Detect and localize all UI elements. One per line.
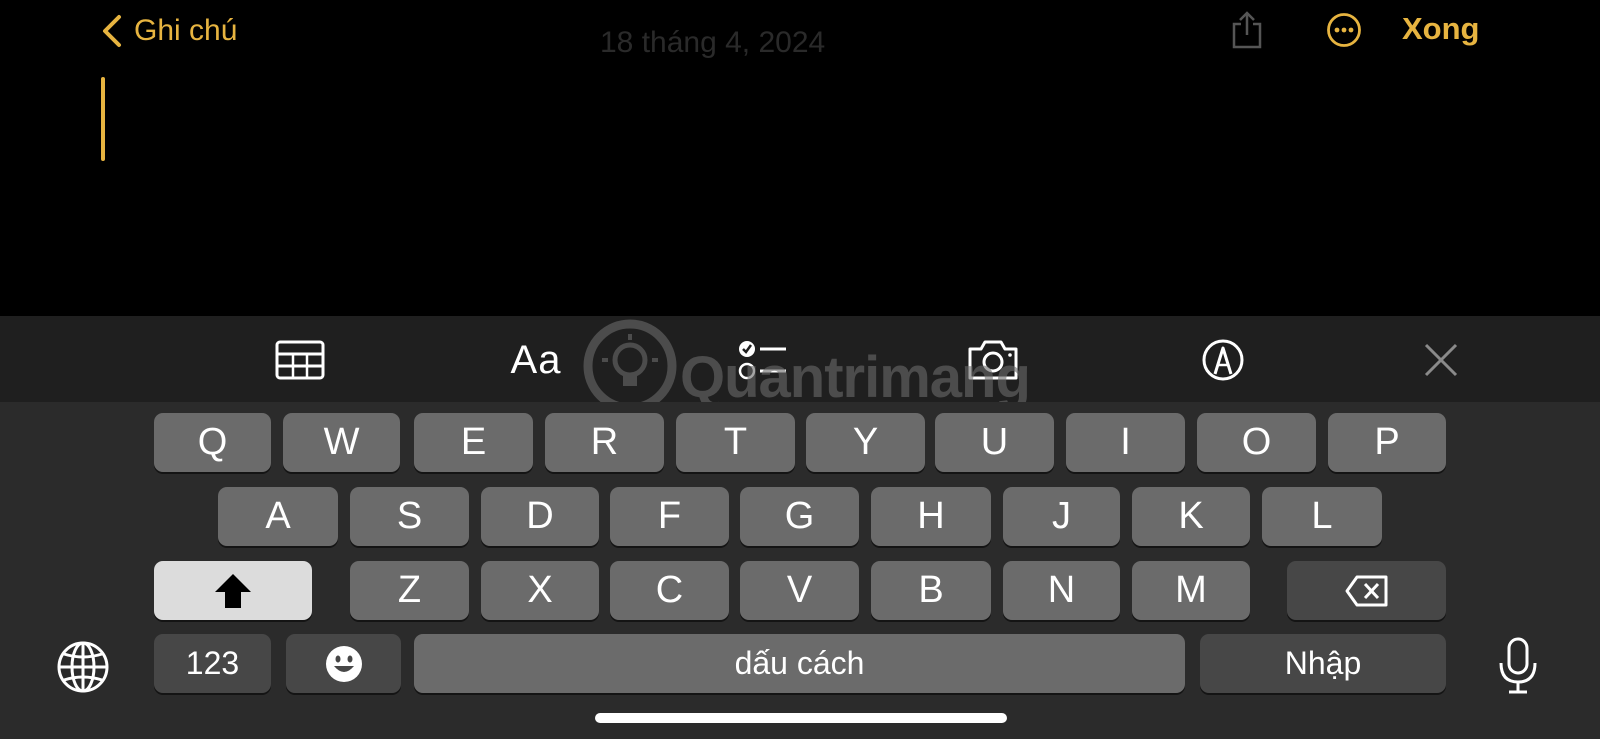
key-y[interactable]: Y [806, 413, 925, 472]
text-format-button[interactable]: Aa [504, 338, 568, 382]
key-c[interactable]: C [610, 561, 729, 620]
home-indicator[interactable] [595, 713, 1007, 723]
key-q[interactable]: Q [154, 413, 271, 472]
key-h[interactable]: H [871, 487, 991, 546]
numbers-key[interactable]: 123 [154, 634, 271, 693]
key-l[interactable]: L [1262, 487, 1382, 546]
key-d[interactable]: D [481, 487, 599, 546]
key-w[interactable]: W [283, 413, 400, 472]
key-n[interactable]: N [1003, 561, 1120, 620]
emoji-key[interactable] [286, 634, 401, 693]
camera-button[interactable] [966, 338, 1020, 382]
key-a[interactable]: A [218, 487, 338, 546]
markup-button[interactable] [1200, 338, 1246, 382]
globe-icon[interactable] [56, 640, 110, 694]
more-options-icon[interactable] [1326, 12, 1362, 48]
key-j[interactable]: J [1003, 487, 1120, 546]
done-button[interactable]: Xong [1402, 11, 1480, 47]
key-p[interactable]: P [1328, 413, 1446, 472]
key-t[interactable]: T [676, 413, 795, 472]
key-k[interactable]: K [1132, 487, 1250, 546]
key-b[interactable]: B [871, 561, 991, 620]
shift-arrow-icon [215, 573, 251, 608]
key-s[interactable]: S [350, 487, 469, 546]
checklist-button[interactable] [736, 338, 788, 382]
key-z[interactable]: Z [350, 561, 469, 620]
chevron-left-icon [103, 15, 121, 47]
key-o[interactable]: O [1197, 413, 1316, 472]
delete-key[interactable] [1287, 561, 1446, 620]
close-toolbar-button[interactable] [1422, 338, 1460, 382]
key-e[interactable]: E [414, 413, 533, 472]
share-icon[interactable] [1230, 10, 1264, 50]
space-key[interactable]: dấu cách [414, 634, 1185, 693]
markup-pen-icon [1202, 339, 1244, 381]
key-f[interactable]: F [610, 487, 729, 546]
navigation-bar: Ghi chú 18 tháng 4, 2024 Xong [0, 0, 1600, 70]
shift-key[interactable] [154, 561, 312, 620]
microphone-icon[interactable] [1496, 636, 1540, 696]
text-format-label: Aa [510, 337, 562, 382]
table-icon [275, 340, 325, 380]
emoji-icon [325, 645, 362, 682]
table-button[interactable] [274, 338, 326, 382]
keyboard: Q W E R T Y U I O P A S D F G H J K L Z … [0, 402, 1600, 739]
key-v[interactable]: V [740, 561, 859, 620]
key-g[interactable]: G [740, 487, 859, 546]
camera-icon [968, 340, 1018, 380]
return-key[interactable]: Nhập [1200, 634, 1446, 693]
note-date: 18 tháng 4, 2024 [600, 26, 826, 59]
back-button-label: Ghi chú [134, 14, 238, 47]
checklist-icon [738, 341, 786, 380]
key-r[interactable]: R [545, 413, 664, 472]
text-cursor [101, 77, 105, 161]
back-button[interactable]: Ghi chú [100, 10, 237, 52]
backspace-icon [1345, 575, 1387, 606]
key-i[interactable]: I [1066, 413, 1185, 472]
key-u[interactable]: U [935, 413, 1054, 472]
formatting-toolbar: Aa [0, 316, 1600, 402]
key-x[interactable]: X [481, 561, 599, 620]
close-icon [1424, 343, 1458, 377]
key-m[interactable]: M [1132, 561, 1250, 620]
